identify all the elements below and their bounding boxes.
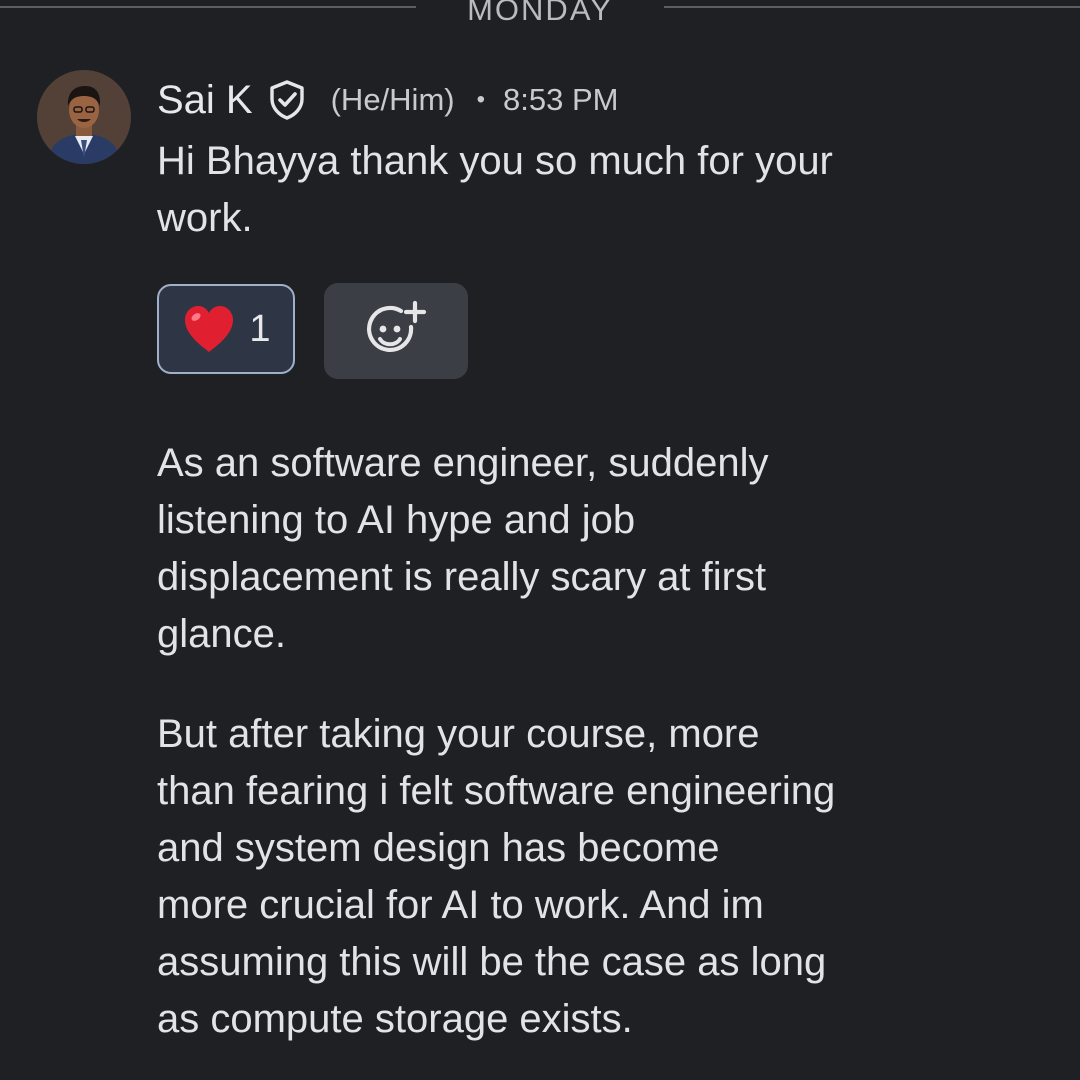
message-paragraph: Hi Bhayya thank you so much for your wor… xyxy=(157,133,1037,247)
message-paragraph: As an software engineer, suddenly listen… xyxy=(157,435,1037,663)
sender-name[interactable]: Sai K xyxy=(157,78,253,123)
message-line: Hi Bhayya thank you so much for your xyxy=(157,139,833,183)
message-line: As an software engineer, suddenly xyxy=(157,441,769,485)
message-line: displacement is really scary at first xyxy=(157,555,767,599)
divider-line-right xyxy=(664,6,1080,8)
message-paragraph: But after taking your course, more than … xyxy=(157,706,1037,1048)
heart-emoji-icon xyxy=(181,303,237,355)
message-line: than fearing i felt software engineering xyxy=(157,769,836,813)
sender-pronouns: (He/Him) xyxy=(330,82,455,117)
add-reaction-icon xyxy=(367,300,427,353)
verified-shield-icon xyxy=(265,78,309,122)
message-line: as compute storage exists. xyxy=(157,997,633,1041)
day-divider-label: MONDAY xyxy=(467,0,613,27)
message-line: work. xyxy=(157,196,253,240)
divider-line-left xyxy=(0,6,416,8)
separator-dot: • xyxy=(476,86,486,113)
message-line: listening to AI hype and job xyxy=(157,498,636,542)
day-divider: MONDAY xyxy=(0,0,1080,27)
reaction-chip-heart[interactable]: 1 xyxy=(157,284,295,374)
message-line: assuming this will be the case as long xyxy=(157,940,827,984)
reaction-count: 1 xyxy=(249,307,271,350)
message-line: But after taking your course, more xyxy=(157,712,760,756)
add-reaction-button[interactable] xyxy=(324,283,468,379)
message-line: and system design has become xyxy=(157,826,720,870)
message-timestamp: 8:53 PM xyxy=(503,82,619,117)
avatar[interactable] xyxy=(37,70,131,164)
avatar-image xyxy=(37,70,131,164)
message-line: more crucial for AI to work. And im xyxy=(157,883,764,927)
message-header: Sai K (He/Him) • 8:53 PM xyxy=(157,72,618,128)
message-line: glance. xyxy=(157,612,286,656)
